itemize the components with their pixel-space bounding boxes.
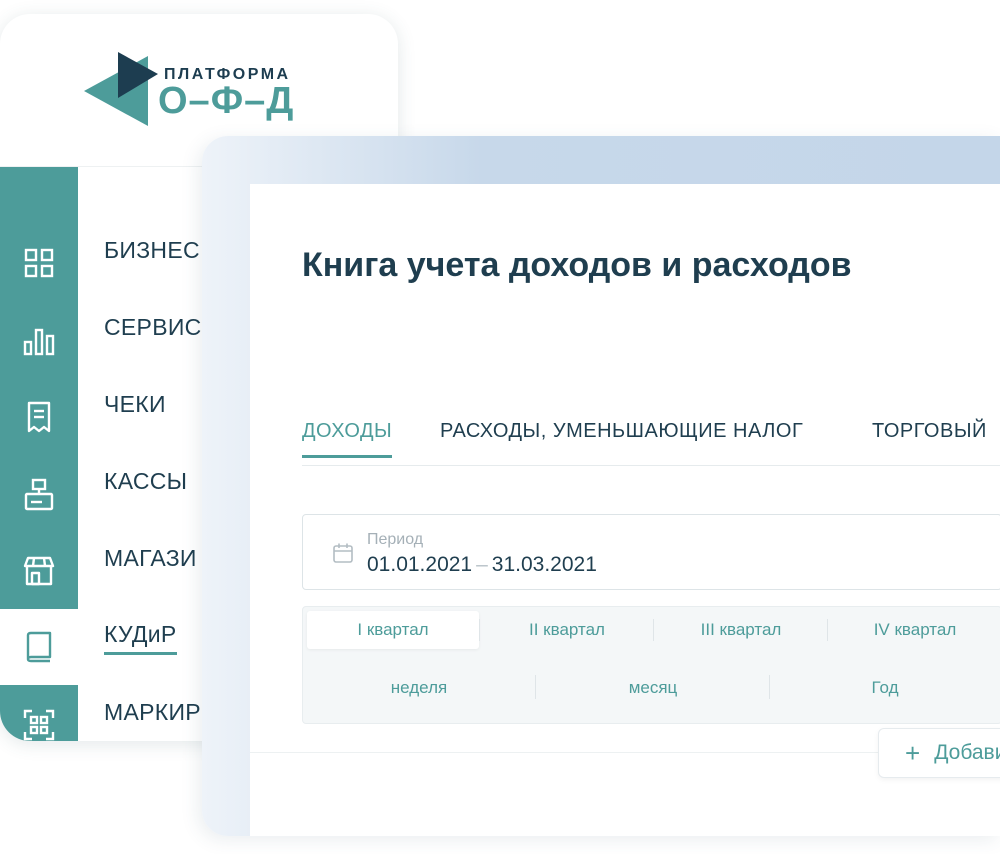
tab-bar: ДОХОДЫ РАСХОДЫ, УМЕНЬШАЮЩИЕ НАЛОГ ТОРГОВ… — [302, 420, 1000, 466]
cash-register-icon — [24, 478, 54, 511]
nav-item-kudir[interactable]: КУДиР — [104, 621, 177, 655]
calendar-icon — [333, 543, 353, 563]
platform-ofd-logo[interactable]: ПЛАТФОРМА О–Ф–Д — [84, 52, 324, 144]
nav-icon-services[interactable] — [0, 303, 78, 379]
nav-icon-cash-registers[interactable] — [0, 457, 78, 533]
kudir-window: Книга учета доходов и расходов ДОХОДЫ РА… — [202, 136, 1000, 836]
quarter-separator — [827, 619, 828, 641]
tab-trade-fee[interactable]: ТОРГОВЫЙ — [872, 420, 987, 455]
page-title: Книга учета доходов и расходов — [302, 246, 852, 284]
year-button[interactable]: Год — [769, 673, 1000, 703]
add-button-label: Добавить — [934, 741, 1000, 764]
period-presets: I квартал II квартал III квартал IV квар… — [302, 606, 1000, 724]
period-label: Период — [367, 531, 424, 548]
period-separator: – — [476, 553, 488, 576]
period-start: 01.01.2021 — [367, 553, 473, 576]
plus-icon: + — [905, 738, 921, 768]
month-button[interactable]: месяц — [537, 673, 769, 703]
add-button[interactable]: + Добавить — [878, 728, 1000, 778]
tab-tax-reducing-expenses[interactable]: РАСХОДЫ, УМЕНЬШАЮЩИЕ НАЛОГ — [440, 420, 803, 455]
nav-icon-marking[interactable] — [0, 687, 78, 741]
grid-icon — [24, 248, 54, 278]
tab-income[interactable]: ДОХОДЫ — [302, 420, 393, 458]
nav-item-business[interactable]: БИЗНЕС — [104, 237, 200, 264]
quarter-3-button[interactable]: III квартал — [655, 611, 827, 649]
quarter-1-button[interactable]: I квартал — [307, 611, 479, 649]
quarter-separator — [479, 619, 480, 641]
quarter-2-button[interactable]: II квартал — [481, 611, 653, 649]
nav-icon-business[interactable] — [0, 225, 78, 301]
nav-icon-rail — [0, 167, 78, 741]
quarter-4-button[interactable]: IV квартал — [829, 611, 1000, 649]
granularity-separator — [535, 675, 536, 699]
bar-chart-icon — [23, 328, 55, 356]
quarter-separator — [653, 619, 654, 641]
week-button[interactable]: неделя — [303, 673, 535, 703]
nav-item-stores[interactable]: МАГАЗИ — [104, 545, 197, 572]
period-value: 01.01.2021–31.03.2021 — [367, 553, 597, 577]
nav-item-receipts[interactable]: ЧЕКИ — [104, 391, 166, 418]
nav-item-cash-registers[interactable]: КАССЫ — [104, 468, 187, 495]
nav-item-marking[interactable]: МАРКИР — [104, 699, 201, 726]
logo-triangles-icon — [84, 52, 158, 126]
book-icon — [26, 631, 52, 663]
nav-icon-receipts[interactable] — [0, 379, 78, 455]
period-field[interactable]: Период 01.01.2021–31.03.2021 — [302, 514, 1000, 590]
store-icon — [23, 556, 55, 586]
nav-item-services[interactable]: СЕРВИС — [104, 314, 202, 341]
logo-text-ofd: О–Ф–Д — [158, 80, 295, 122]
nav-icon-kudir[interactable] — [0, 609, 78, 685]
receipt-icon — [27, 401, 51, 433]
qr-code-icon — [23, 709, 55, 741]
nav-icon-stores[interactable] — [0, 533, 78, 609]
period-end: 31.03.2021 — [491, 553, 597, 576]
